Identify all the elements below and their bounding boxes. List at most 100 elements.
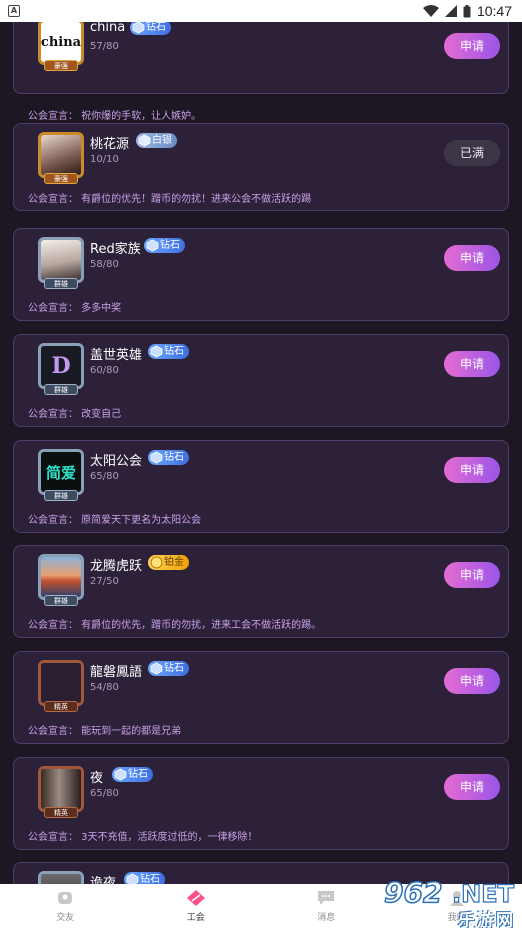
battery-icon	[463, 4, 471, 17]
nav-item-guild[interactable]: 工会	[131, 884, 262, 928]
guild-avatar-logo-text: 简爱	[45, 463, 76, 482]
guild-name: 龙腾虎跃	[90, 559, 143, 574]
apply-button[interactable]: 申请	[444, 245, 500, 271]
guild-avatar: D	[38, 343, 84, 389]
full-button[interactable]: 已满	[444, 140, 500, 166]
level-badge-label: 白银	[152, 135, 172, 146]
level-badge: 钻石	[124, 872, 165, 884]
nav-item-messages[interactable]: 消息	[261, 884, 392, 928]
guild-declaration: 公会宣言： 有爵位的优先，蹭币的勿扰，进来工会不做活跃的踢。	[28, 620, 322, 631]
coin-icon	[150, 556, 163, 569]
guild-icon	[186, 890, 205, 906]
watermark-suffix: .NET	[452, 880, 515, 906]
level-badge-label: 钻石	[140, 874, 160, 884]
diamond-icon	[132, 22, 145, 34]
signal-icon	[444, 5, 457, 17]
nav-label: 消息	[317, 913, 336, 923]
nav-item-friends[interactable]: 交友	[0, 884, 131, 928]
guild-name: china	[90, 22, 126, 35]
diamond-icon	[150, 345, 163, 358]
rank-tag: 群雄	[44, 595, 78, 606]
apply-button[interactable]: 申请	[444, 351, 500, 377]
level-badge: 钻石	[148, 661, 189, 676]
guild-card[interactable]: 简爱 群雄 太阳公会 钻石 65/80 申请 公会宣言： 原简爱天下更名为太阳公…	[13, 440, 509, 533]
apply-button[interactable]: 申请	[444, 774, 500, 800]
wifi-icon	[422, 5, 439, 17]
guild-declaration: 公会宣言： 多多中奖	[28, 303, 122, 314]
level-badge-label: 钻石	[146, 22, 166, 33]
rank-tag: 群雄	[44, 490, 78, 501]
guild-name: Red家族	[90, 242, 141, 257]
rank-tag: 豪强	[44, 173, 78, 184]
guild-declaration: 公会宣言： 改变自己	[28, 409, 122, 420]
guild-declaration: 公会宣言： 3天不充值，活跃度过低的，一律移除！	[28, 832, 258, 843]
guild-name: 盖世英雄	[90, 348, 143, 363]
level-badge: 白银	[136, 133, 177, 148]
level-badge: 铂金	[148, 555, 189, 570]
guild-name: 夜	[90, 771, 104, 786]
level-badge: 钻石	[148, 450, 189, 465]
diamond-icon	[146, 239, 159, 252]
nav-label: 工会	[186, 913, 205, 923]
member-count: 27/50	[90, 576, 119, 587]
guild-card[interactable]: china 豪强 china 钻石 57/80 申请 公会宣言： 祝你爆的手软，…	[13, 22, 509, 122]
guild-avatar-logo-text: D	[51, 353, 71, 379]
status-time: 10:47	[476, 3, 512, 19]
level-badge: 钻石	[148, 344, 189, 359]
level-badge: 钻石	[112, 767, 153, 782]
watermark-number: 962	[384, 876, 442, 906]
level-badge: 钻石	[144, 238, 185, 253]
status-bar: A 10:47	[0, 0, 522, 22]
status-left: A	[8, 5, 20, 17]
guild-card[interactable]: 群雄 龙腾虎跃 铂金 27/50 申请 公会宣言： 有爵位的优先，蹭币的勿扰，进…	[13, 545, 509, 638]
diamond-icon	[150, 662, 163, 675]
member-count: 54/80	[90, 682, 119, 693]
guild-name: 诡夜	[90, 876, 117, 884]
guild-avatar: china	[38, 22, 84, 65]
watermark-logo: 962 .NET	[383, 876, 515, 906]
watermark-text: 乐游网	[458, 911, 515, 928]
member-count: 58/80	[90, 259, 119, 270]
diamond-icon	[114, 768, 127, 781]
rank-tag: 群雄	[44, 278, 78, 289]
message-icon	[318, 891, 335, 905]
guild-card[interactable]: 精英 夜 钻石 65/80 申请 公会宣言： 3天不充值，活跃度过低的，一律移除…	[13, 757, 509, 850]
guild-name: 桃花源	[90, 137, 130, 152]
apply-button[interactable]: 申请	[444, 562, 500, 588]
guild-avatar	[38, 871, 84, 884]
rank-tag: 精英	[44, 701, 78, 712]
nav-label: 交友	[56, 913, 75, 923]
rank-tag: 精英	[44, 807, 78, 818]
guild-declaration: 公会宣言： 有爵位的优先！蹭币的勿扰！进来公会不做活跃的踢	[28, 194, 312, 205]
site-watermark: 962 .NET 乐游网	[380, 876, 520, 928]
guild-avatar: 简爱	[38, 449, 84, 495]
guild-avatar-logo-text: china	[40, 34, 82, 50]
guild-avatar	[38, 660, 84, 706]
member-count: 57/80	[90, 41, 119, 52]
member-count: 65/80	[90, 788, 119, 799]
guild-declaration: 公会宣言： 原简爱天下更名为太阳公会	[28, 515, 202, 526]
guild-avatar	[38, 766, 84, 812]
level-badge-label: 钻石	[128, 769, 148, 780]
guild-avatar	[38, 237, 84, 283]
app-notification-icon: A	[8, 5, 20, 17]
apply-button[interactable]: 申请	[444, 668, 500, 694]
diamond-icon	[150, 451, 163, 464]
member-count: 65/80	[90, 471, 119, 482]
guild-avatar	[38, 132, 84, 178]
level-badge-label: 铂金	[164, 557, 184, 568]
guild-card[interactable]: D 群雄 盖世英雄 钻石 60/80 申请 公会宣言： 改变自己	[13, 334, 509, 427]
guild-card[interactable]: 精英 龍磐鳳語 钻石 54/80 申请 公会宣言： 能玩到一起的都是兄弟	[13, 651, 509, 744]
apply-button[interactable]: 申请	[444, 33, 500, 59]
member-count: 60/80	[90, 365, 119, 376]
guild-avatar	[38, 554, 84, 600]
guild-list[interactable]: china 豪强 china 钻石 57/80 申请 公会宣言： 祝你爆的手软，…	[0, 22, 522, 884]
guild-card[interactable]: 群雄 Red家族 钻石 58/80 申请 公会宣言： 多多中奖	[13, 228, 509, 321]
guild-declaration: 公会宣言： 祝你爆的手软，让人嫉妒。	[28, 111, 202, 122]
diamond-icon	[126, 873, 139, 884]
guild-card[interactable]: 豪强 桃花源 白银 10/10 已满 公会宣言： 有爵位的优先！蹭币的勿扰！进来…	[13, 123, 509, 211]
guild-name: 龍磐鳳語	[90, 665, 143, 680]
level-badge-label: 钻石	[164, 452, 184, 463]
rank-tag: 豪强	[44, 60, 78, 71]
apply-button[interactable]: 申请	[444, 457, 500, 483]
